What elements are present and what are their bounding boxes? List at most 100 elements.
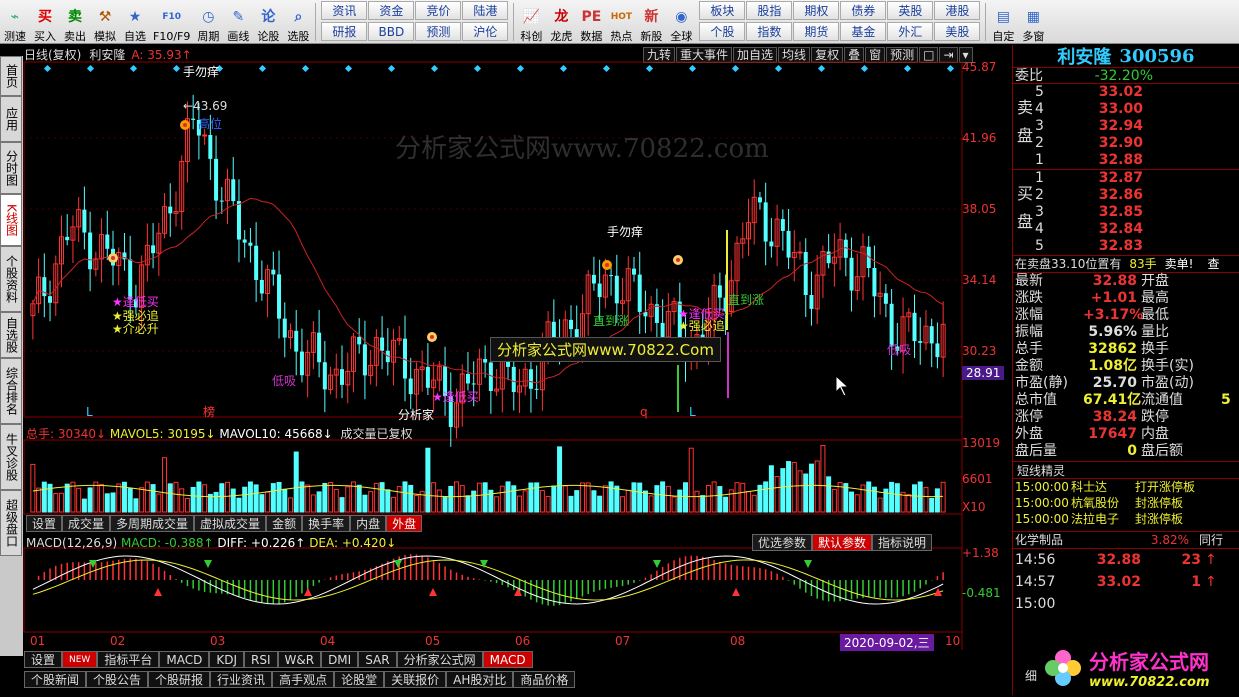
stat-row-2: 涨幅 +3.17% 最低	[1013, 307, 1239, 324]
buy-level-3[interactable]: 4 32.84	[1033, 221, 1239, 238]
macd-btn-0[interactable]: 优选参数	[752, 534, 813, 551]
stat-label-2: 最低	[1141, 307, 1169, 323]
volume-bar-79	[482, 482, 488, 513]
diamond-marker-8	[387, 64, 396, 73]
sell-level-0[interactable]: 5 33.02	[1033, 84, 1239, 101]
sell-level-4[interactable]: 1 32.88	[1033, 152, 1239, 169]
info-tabs: 个股新闻 个股公告 个股研报 行业资讯 高手观点 论股堂 关联报价 AH股对比 商品价格	[24, 671, 576, 691]
candle-body-38	[248, 242, 253, 246]
volume-tab-3[interactable]: 虚拟成交量	[194, 515, 267, 532]
indicator-tab-5[interactable]: RSI	[244, 651, 278, 668]
sell-level-3[interactable]: 2 32.90	[1033, 135, 1239, 152]
indicator-tab-7[interactable]: DMI	[321, 651, 359, 668]
volume-tab-0[interactable]: 设置	[26, 515, 63, 532]
stat-value: 67.41亿	[1083, 392, 1142, 408]
sprite-row-1[interactable]: 15:00:00 杭氧股份 封涨停板	[1013, 495, 1239, 511]
buy-level-4[interactable]: 5 32.83	[1033, 238, 1239, 255]
volume-bar-42	[270, 483, 276, 513]
stat-value: +1.01	[1090, 290, 1137, 306]
volume-tab-2[interactable]: 多周期成交量	[110, 515, 195, 532]
info-tab-2[interactable]: 个股研报	[148, 671, 211, 688]
sell-level-2[interactable]: 3 32.94	[1033, 118, 1239, 135]
x-axis-label-0: 01	[30, 634, 45, 648]
info-tab-8[interactable]: 商品价格	[513, 671, 576, 688]
indicator-tab-1[interactable]: NEW	[62, 651, 98, 668]
info-tab-5[interactable]: 论股堂	[334, 671, 385, 688]
sprite-row-0[interactable]: 15:00:00 科士达 打开涨停板	[1013, 479, 1239, 495]
tick-arrow: ↑	[1205, 574, 1217, 590]
flower-center-icon-0	[111, 256, 115, 260]
volume-bar-50	[316, 491, 322, 513]
diamond-marker-2	[129, 64, 138, 73]
volume-bar-133	[791, 461, 797, 513]
flower-center-icon-4	[183, 123, 187, 127]
annotation-buy-dip-1: ★逢低买	[112, 295, 159, 309]
stat-label: 金额	[1015, 358, 1043, 374]
sprite-header: 短线精灵	[1013, 461, 1239, 479]
buy-level-1[interactable]: 2 32.86	[1033, 187, 1239, 204]
indicator-tab-6[interactable]: W&R	[277, 651, 322, 668]
candle-body-79	[483, 359, 488, 363]
candle-body-129	[769, 241, 774, 247]
macd-btn-2[interactable]: 指标说明	[872, 534, 933, 551]
candle-body-42	[271, 269, 276, 275]
buy-level-2[interactable]: 3 32.85	[1033, 204, 1239, 221]
volume-bar-34	[225, 481, 231, 513]
volume-bar-20	[144, 481, 150, 513]
volume-tab-4[interactable]: 金额	[266, 515, 303, 532]
buy-level-0[interactable]: 1 32.87	[1033, 170, 1239, 187]
indicator-tab-9[interactable]: 分析家公式网	[396, 651, 483, 668]
tick-price: 33.02	[1096, 574, 1141, 590]
price-panel-border	[23, 61, 963, 418]
volume-bar-14	[110, 492, 116, 513]
sprite-title[interactable]: 短线精灵	[1017, 464, 1065, 478]
sprite-time: 15:00:00	[1015, 512, 1069, 526]
stat-row-4: 总手 32862 换手	[1013, 341, 1239, 358]
candle-body-44	[282, 318, 287, 338]
sell-level-1[interactable]: 4 33.00	[1033, 101, 1239, 118]
stat-value: 0	[1127, 443, 1137, 459]
candle-body-94	[569, 319, 574, 330]
info-tab-4[interactable]: 高手观点	[272, 671, 335, 688]
sector-pct: 3.82%	[1150, 533, 1189, 547]
diamond-marker-9	[430, 64, 439, 73]
candle-body-58	[362, 344, 367, 376]
indicator-tab-2[interactable]: 指标平台	[97, 651, 160, 668]
volume-bar-151	[894, 483, 900, 513]
volume-tab-7[interactable]: 外盘	[386, 515, 423, 532]
indicator-tab-8[interactable]: SAR	[358, 651, 397, 668]
stat-row-3: 振幅 5.96% 量比	[1013, 324, 1239, 341]
info-tab-7[interactable]: AH股对比	[446, 671, 514, 688]
indicator-tab-10[interactable]: MACD	[482, 651, 533, 668]
macd-btn-1[interactable]: 默认参数	[812, 534, 873, 551]
indicator-tab-0[interactable]: 设置	[24, 651, 63, 668]
candle-body-3	[48, 296, 53, 303]
sprite-row-2[interactable]: 15:00:00 法拉电子 封涨停板	[1013, 511, 1239, 527]
indicator-tab-4[interactable]: KDJ	[209, 651, 244, 668]
sector-tab[interactable]: 同行	[1199, 532, 1223, 548]
macd-signal-arrow-icon-1	[154, 588, 162, 596]
macd-value: MACD: -0.388↑	[120, 536, 214, 550]
volume-tab-6[interactable]: 内盘	[350, 515, 387, 532]
buy-level-price: 32.84	[1098, 221, 1143, 237]
indicator-tab-3[interactable]: MACD	[159, 651, 210, 668]
info-tab-0[interactable]: 个股新闻	[24, 671, 87, 688]
tick-volume	[1141, 593, 1201, 615]
sprite-stock: 法拉电子	[1071, 512, 1120, 526]
info-tab-3[interactable]: 行业资讯	[210, 671, 273, 688]
order-position-extra[interactable]: 查	[1207, 256, 1219, 272]
diamond-marker-3	[172, 64, 181, 73]
volume-bar-44	[282, 488, 288, 513]
brand-url: www.70822.com	[1089, 675, 1210, 690]
volume-tab-1[interactable]: 成交量	[62, 515, 111, 532]
flower-center-icon-2	[676, 258, 680, 262]
info-tab-1[interactable]: 个股公告	[86, 671, 149, 688]
volume-tab-5[interactable]: 换手率	[302, 515, 351, 532]
price-axis-4: 30.23	[962, 344, 997, 358]
diamond-marker-12	[559, 64, 568, 73]
candle-body-17	[128, 259, 133, 300]
sector-name[interactable]: 化学制品	[1013, 532, 1133, 548]
buy-level-price: 32.83	[1098, 238, 1143, 254]
info-tab-6[interactable]: 关联报价	[384, 671, 447, 688]
volume-bar-155	[917, 481, 923, 513]
